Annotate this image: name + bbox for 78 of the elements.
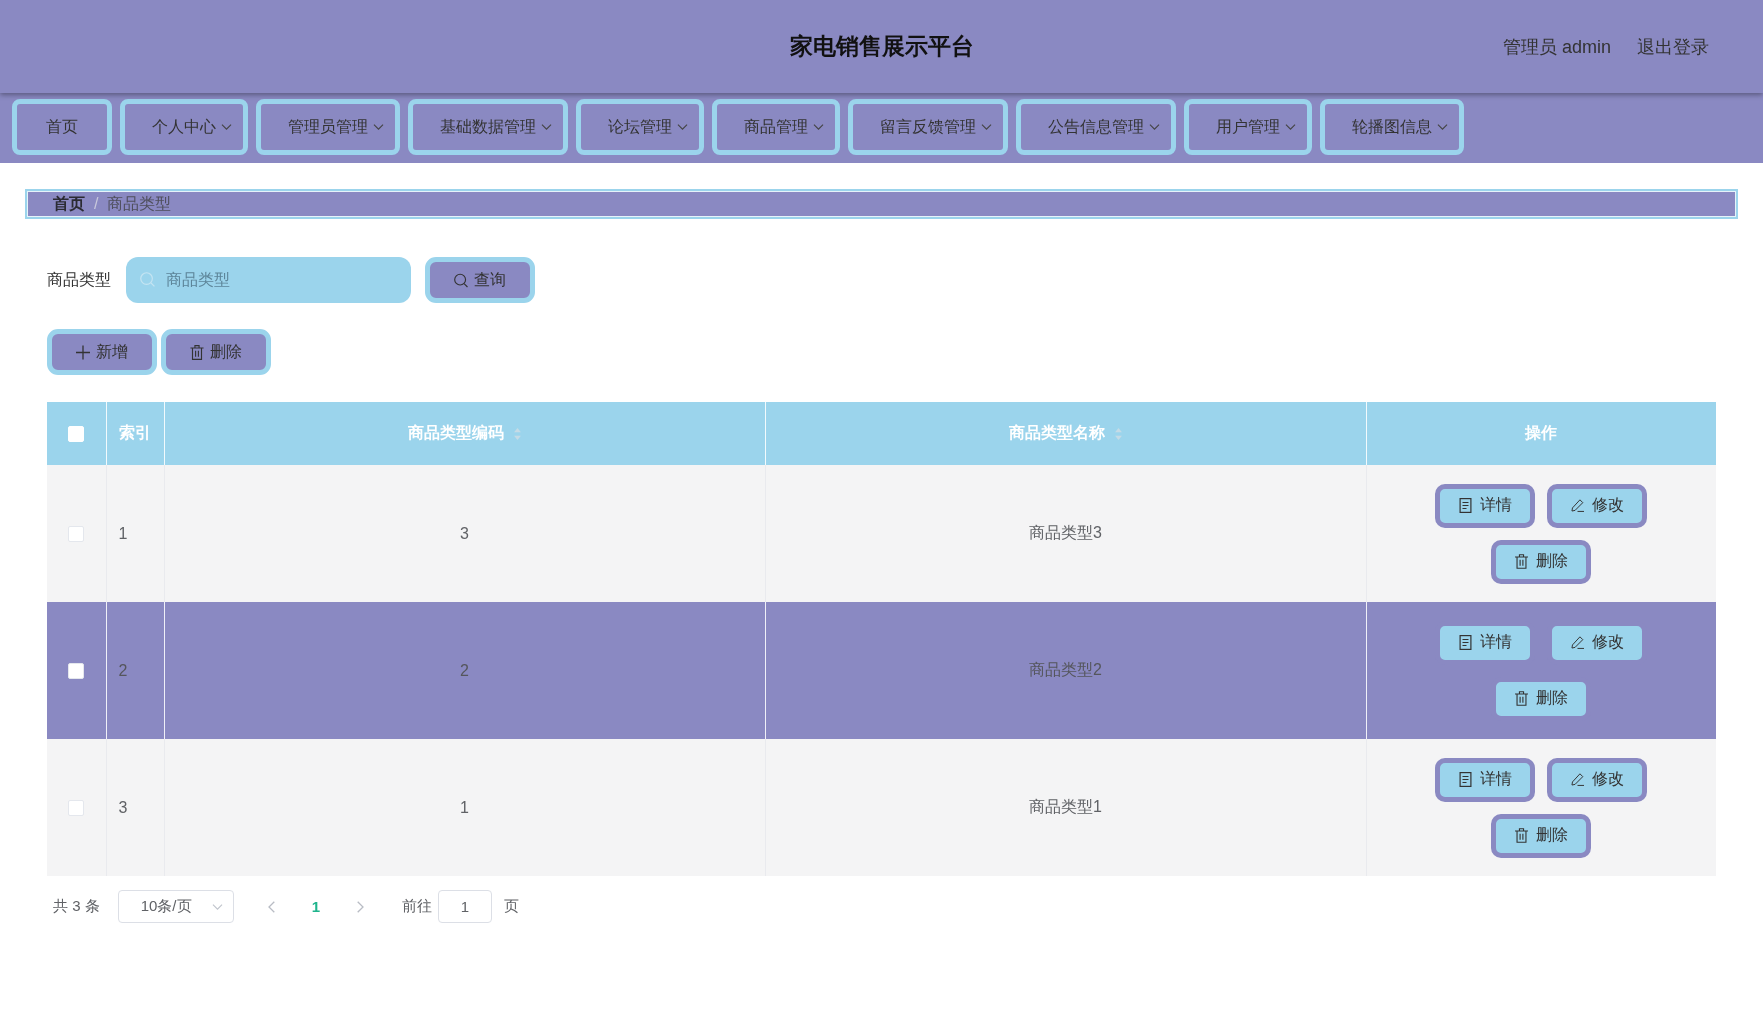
- table-row[interactable]: 3 1 商品类型1 详情 修改 删除: [47, 739, 1716, 876]
- logout-link[interactable]: 退出登录: [1637, 34, 1709, 59]
- edit-button[interactable]: 修改: [1547, 757, 1648, 802]
- trash-icon: [1514, 554, 1528, 569]
- delete-button[interactable]: 删除: [1491, 539, 1592, 584]
- search-label: 商品类型: [47, 269, 111, 290]
- chevron-down-icon: [1149, 124, 1160, 130]
- table-cell: 3: [460, 524, 469, 542]
- breadcrumb-current: 商品类型: [107, 193, 172, 214]
- nav-menu-item[interactable]: 留言反馈管理: [848, 99, 1008, 155]
- goto-label: 前往: [402, 897, 433, 916]
- chevron-down-icon: [981, 124, 992, 130]
- select-all-checkbox[interactable]: [68, 426, 85, 443]
- table-cell: 商品类型2: [1029, 661, 1102, 678]
- column-header: 索引: [118, 423, 151, 443]
- table-cell: 2: [460, 661, 469, 679]
- edit-button[interactable]: 修改: [1547, 483, 1648, 528]
- chevron-down-icon: [677, 124, 688, 130]
- nav-menu-item[interactable]: 首页: [12, 99, 112, 155]
- nav-menu-item[interactable]: 商品管理: [712, 99, 840, 155]
- page-size-select[interactable]: 10条/页: [117, 890, 234, 923]
- table-cell: 商品类型1: [1029, 798, 1102, 815]
- search-icon: [140, 272, 155, 287]
- nav-menu-item[interactable]: 基础数据管理: [408, 99, 568, 155]
- nav-menu-item[interactable]: 管理员管理: [256, 99, 400, 155]
- nav-menu-item[interactable]: 用户管理: [1184, 99, 1312, 155]
- document-icon: [1458, 635, 1472, 650]
- trash-icon: [1514, 828, 1528, 843]
- sort-icon: [1115, 427, 1122, 440]
- table-cell: 3: [118, 798, 128, 816]
- chevron-down-icon: [211, 903, 223, 910]
- chevron-down-icon: [1437, 124, 1448, 130]
- breadcrumb-link[interactable]: 首页: [53, 193, 85, 215]
- table-cell: 1: [460, 798, 469, 816]
- trash-icon: [190, 344, 204, 360]
- nav-menu-item[interactable]: 轮播图信息: [1320, 99, 1464, 155]
- document-icon: [1458, 772, 1472, 787]
- page-suffix: 页: [504, 897, 520, 916]
- delete-button[interactable]: 删除: [161, 329, 271, 375]
- pencil-icon: [1570, 635, 1584, 650]
- table-row[interactable]: 1 3 商品类型3 详情 修改 删除: [47, 465, 1716, 602]
- table-cell: 1: [118, 524, 128, 542]
- trash-icon: [1514, 691, 1528, 706]
- plus-icon: [76, 344, 90, 360]
- page-number[interactable]: 1: [311, 898, 321, 915]
- chevron-down-icon: [221, 124, 232, 130]
- chevron-down-icon: [541, 124, 552, 130]
- next-page-icon[interactable]: [357, 900, 365, 913]
- total-count: 共 3 条: [53, 897, 100, 916]
- table-cell: 商品类型3: [1029, 524, 1102, 541]
- add-button[interactable]: 新增: [47, 329, 157, 375]
- page-number-input[interactable]: 1: [438, 890, 493, 923]
- search-field[interactable]: 商品类型: [126, 257, 411, 303]
- nav-menu-item[interactable]: 个人中心: [120, 99, 248, 155]
- app-title: 家电销售展示平台: [789, 32, 974, 61]
- search-button[interactable]: 查询: [425, 257, 535, 303]
- pencil-icon: [1570, 498, 1584, 513]
- row-checkbox[interactable]: [68, 526, 85, 543]
- breadcrumb-separator: /: [94, 195, 99, 213]
- nav-menu-item[interactable]: 论坛管理: [576, 99, 704, 155]
- table-row[interactable]: 2 2 商品类型2 详情 修改 删除: [47, 602, 1716, 739]
- table-cell: 2: [118, 661, 128, 679]
- row-checkbox[interactable]: [68, 800, 85, 817]
- document-icon: [1458, 498, 1472, 513]
- delete-button[interactable]: 删除: [1491, 813, 1592, 858]
- nav-menu-item[interactable]: 公告信息管理: [1016, 99, 1176, 155]
- user-label: 管理员 admin: [1502, 35, 1611, 59]
- details-button[interactable]: 详情: [1435, 483, 1536, 528]
- chevron-down-icon: [373, 124, 384, 130]
- row-checkbox[interactable]: [68, 663, 85, 680]
- chevron-down-icon: [1285, 124, 1296, 130]
- search-icon: [454, 272, 468, 288]
- details-button[interactable]: 详情: [1435, 757, 1536, 802]
- column-header: 操作: [1525, 423, 1558, 443]
- chevron-down-icon: [813, 124, 824, 130]
- previous-page-icon[interactable]: [267, 900, 275, 913]
- sort-icon: [514, 427, 521, 440]
- pencil-icon: [1570, 772, 1584, 787]
